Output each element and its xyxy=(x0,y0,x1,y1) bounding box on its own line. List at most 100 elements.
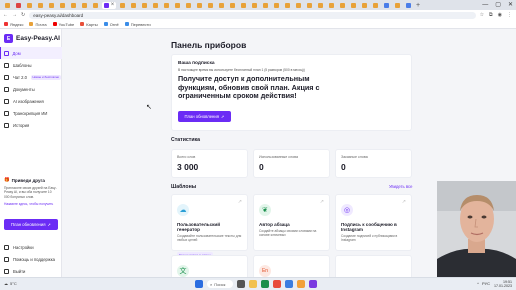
browser-tab[interactable] xyxy=(382,2,391,9)
browser-tab[interactable] xyxy=(250,2,259,9)
browser-tab[interactable] xyxy=(305,2,314,9)
browser-tab[interactable] xyxy=(184,2,193,9)
template-card[interactable] xyxy=(335,255,412,277)
bookmark-yandex[interactable]: Яндекс xyxy=(4,22,23,27)
refer-link[interactable]: Нажмите здесь, чтобы получить xyxy=(4,202,58,206)
app-icon[interactable] xyxy=(285,280,293,288)
sidebar-item-help[interactable]: Помощь и поддержка xyxy=(0,253,62,265)
extensions-icon[interactable]: ⧉ xyxy=(489,11,493,19)
language-indicator[interactable]: РУС xyxy=(482,281,490,286)
browser-tab[interactable] xyxy=(393,2,402,9)
template-card[interactable]: 文 xyxy=(171,255,248,277)
browser-icon[interactable] xyxy=(273,280,281,288)
app-icon[interactable] xyxy=(309,280,317,288)
favicon-icon xyxy=(82,2,87,8)
browser-tab[interactable] xyxy=(151,2,160,9)
sidebar-item-transcription[interactable]: Транскрипция ИИ xyxy=(0,107,62,119)
sidebar-upgrade-button[interactable]: План обновления ➚ xyxy=(4,219,58,230)
browser-tab[interactable] xyxy=(294,2,303,9)
browser-tab[interactable] xyxy=(239,2,248,9)
sidebar-item-history[interactable]: История xyxy=(0,119,62,131)
back-icon[interactable]: ← xyxy=(3,12,8,18)
clock[interactable]: 19:51 17.01.2023 xyxy=(494,280,512,288)
browser-tab[interactable] xyxy=(80,2,89,9)
browser-tab[interactable] xyxy=(58,2,67,9)
gear-icon xyxy=(4,244,9,250)
weather-widget[interactable]: ☁ 5°C xyxy=(4,281,17,286)
sidebar-item-home[interactable]: Дом xyxy=(0,47,62,59)
browser-tab[interactable] xyxy=(14,2,23,9)
bookmark-mail[interactable]: Почта xyxy=(29,22,47,27)
maximize-icon[interactable]: ▢ xyxy=(495,1,501,9)
image-icon xyxy=(4,98,9,104)
task-view-icon[interactable] xyxy=(237,280,245,288)
close-icon[interactable]: ✕ xyxy=(508,1,513,9)
favicon-icon xyxy=(27,2,32,8)
browser-tab[interactable] xyxy=(195,2,204,9)
browser-tab[interactable]: × xyxy=(102,1,116,9)
browser-tab[interactable] xyxy=(360,2,369,9)
browser-tab[interactable] xyxy=(349,2,358,9)
browser-tab[interactable] xyxy=(3,2,12,9)
browser-tab[interactable] xyxy=(129,2,138,9)
template-desc: Создавайте пользовательские тексты для л… xyxy=(177,234,242,243)
chevron-up-icon[interactable]: ^ xyxy=(477,281,479,286)
browser-tab[interactable] xyxy=(404,2,413,9)
browser-tab[interactable] xyxy=(283,2,292,9)
browser-tab[interactable] xyxy=(316,2,325,9)
reload-icon[interactable]: ↻ xyxy=(21,12,25,18)
forward-icon[interactable]: → xyxy=(12,12,17,18)
sidebar-item-documents[interactable]: Документы xyxy=(0,83,62,95)
close-tab-icon[interactable]: × xyxy=(111,2,115,9)
app-icon[interactable] xyxy=(297,280,305,288)
browser-tab[interactable] xyxy=(206,2,215,9)
start-icon[interactable] xyxy=(195,280,203,288)
star-icon[interactable]: ☆ xyxy=(480,11,484,19)
app-icon[interactable] xyxy=(261,280,269,288)
stat-label: Всего слов xyxy=(177,155,196,159)
file-explorer-icon[interactable] xyxy=(249,280,257,288)
browser-tab[interactable] xyxy=(173,2,182,9)
url-field[interactable]: easy-peasy.ai/dashboard xyxy=(29,11,476,19)
browser-tab[interactable] xyxy=(47,2,56,9)
browser-tab[interactable] xyxy=(338,2,347,9)
browser-tab[interactable] xyxy=(371,2,380,9)
menu-icon[interactable]: ⋮ xyxy=(507,11,512,19)
upgrade-plan-button[interactable]: План обновления ➚ xyxy=(178,111,231,122)
browser-tab[interactable] xyxy=(140,2,149,9)
sidebar-item-chat[interactable]: Чат 2.0 Новое и бесплатно xyxy=(0,71,62,83)
browser-tab[interactable] xyxy=(217,2,226,9)
browser-tab[interactable] xyxy=(272,2,281,9)
template-card[interactable]: ↗ ◎ Подпись к сообщению в Instagram Созд… xyxy=(335,194,412,251)
browser-tab[interactable] xyxy=(162,2,171,9)
browser-tab[interactable] xyxy=(261,2,270,9)
bookmark-youtube[interactable]: YouTube xyxy=(52,22,74,27)
template-card[interactable]: ↗ ❦ Автор абзаца Создайте абзацы своими … xyxy=(253,194,330,251)
sidebar-item-settings[interactable]: Настройки xyxy=(0,241,62,253)
browser-tab[interactable] xyxy=(25,2,34,9)
template-card[interactable]: ↗ ☁ Пользовательский генератор Создавайт… xyxy=(171,194,248,258)
favicon-icon xyxy=(274,2,279,8)
browser-tab[interactable] xyxy=(36,2,45,9)
sidebar-item-ai-images[interactable]: AI изображения xyxy=(0,95,62,107)
sidebar-item-logout[interactable]: Выйти xyxy=(0,265,62,277)
favicon-icon xyxy=(373,2,378,8)
browser-tab[interactable] xyxy=(91,2,100,9)
browser-tab[interactable] xyxy=(69,2,78,9)
logo[interactable]: E Easy-Peasy.AI xyxy=(4,34,60,43)
favicon-icon xyxy=(362,2,367,8)
bookmark-ogne[interactable]: Огнё xyxy=(103,22,119,27)
new-tab-icon[interactable]: + xyxy=(416,2,420,9)
template-card[interactable]: En xyxy=(253,255,330,277)
browser-tab[interactable] xyxy=(228,2,237,9)
taskbar-search[interactable]: ⌕ Поиск xyxy=(207,280,233,288)
stat-value: 0 xyxy=(341,162,346,172)
bookmark-translate[interactable]: Перевести xyxy=(124,22,151,27)
browser-tab[interactable] xyxy=(327,2,336,9)
sidebar-item-templates[interactable]: Шаблоны xyxy=(0,59,62,71)
see-all-link[interactable]: Увидеть все xyxy=(389,184,413,189)
browser-tab[interactable] xyxy=(118,2,127,9)
profile-icon[interactable]: ◉ xyxy=(498,11,502,19)
bookmark-maps[interactable]: Карты xyxy=(80,22,98,27)
minimize-icon[interactable]: — xyxy=(482,1,488,9)
